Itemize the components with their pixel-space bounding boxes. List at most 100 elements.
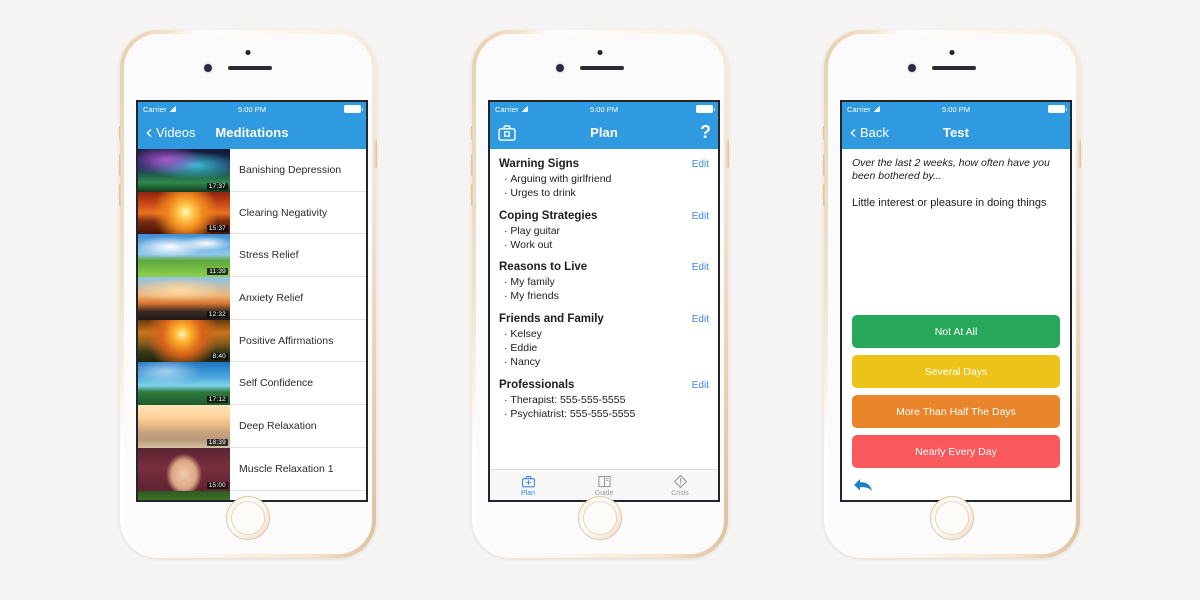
volume-down-button[interactable] xyxy=(471,184,474,206)
video-duration-badge: 18:39 xyxy=(206,438,228,446)
home-button[interactable] xyxy=(930,496,974,540)
plan-section-title: Coping Strategies xyxy=(499,209,598,222)
volume-up-button[interactable] xyxy=(119,154,122,176)
meditation-video-list[interactable]: 17:37 Banishing Depression 15:37 Clearing N… xyxy=(138,149,366,500)
video-title-cell: Muscle Relaxation 1 xyxy=(230,448,366,491)
video-title-label: Stress Relief xyxy=(239,249,299,262)
answer-button[interactable]: Nearly Every Day xyxy=(852,435,1060,468)
video-title-label: Deep Relaxation xyxy=(239,419,317,432)
question-text: Little interest or pleasure in doing thi… xyxy=(852,196,1047,209)
plan-sections-list[interactable]: Warning Signs Edit Arguing with girlfriend… xyxy=(490,149,718,469)
power-button[interactable] xyxy=(726,140,729,168)
answer-choices-list[interactable]: Not At All Several Days More Than Half The… xyxy=(852,315,1060,470)
page-title-2: Plan xyxy=(590,125,618,140)
video-title-cell: Positive Affirmations xyxy=(230,320,366,363)
silent-switch[interactable] xyxy=(471,126,474,140)
nav-bar-1: Videos Meditations xyxy=(138,116,366,149)
home-button[interactable] xyxy=(578,496,622,540)
video-list-item[interactable]: 12:32 Anxiety Relief xyxy=(138,277,366,320)
plan-item: Nancy xyxy=(499,356,709,370)
home-button[interactable] xyxy=(226,496,270,540)
video-list-item[interactable]: 18:39 Deep Relaxation xyxy=(138,405,366,448)
video-list-item[interactable]: 17:12 Self Confidence xyxy=(138,362,366,406)
answer-label: More Than Half The Days xyxy=(896,405,1016,418)
screenshot-stage: Carrier ◢ 5:00 PM Videos Meditations 17:… xyxy=(0,0,1200,600)
tab-plan[interactable]: Plan xyxy=(490,470,566,500)
plan-section-title: Professionals xyxy=(499,378,575,391)
video-title-label: Positive Affirmations xyxy=(239,334,334,347)
phone-device-2: Carrier ◢ 5:00 PM Plan ? Warning Signs Ed… xyxy=(471,30,729,558)
tab-crisis[interactable]: Crisis xyxy=(642,470,718,500)
video-list-item[interactable]: 15:00 Muscle Relaxation 1 xyxy=(138,447,366,491)
video-title-label: Anxiety Relief xyxy=(239,291,304,304)
book-icon xyxy=(597,474,612,489)
video-thumbnail: 18:39 xyxy=(138,405,230,448)
battery-full-icon xyxy=(696,105,715,113)
front-camera-icon xyxy=(949,50,955,55)
plan-item: Urges to drink xyxy=(499,187,709,201)
edit-link[interactable]: Edit xyxy=(692,380,709,391)
nav-bar-2: Plan ? xyxy=(490,116,718,149)
volume-down-button[interactable] xyxy=(823,184,826,206)
answer-label: Not At All xyxy=(934,325,978,338)
edit-link[interactable]: Edit xyxy=(692,159,709,170)
chevron-left-icon xyxy=(850,128,856,137)
plan-item: My friends xyxy=(499,290,709,304)
help-button[interactable]: ? xyxy=(700,122,711,143)
phone-body-1: Carrier ◢ 5:00 PM Videos Meditations 17:… xyxy=(124,34,372,554)
status-bar-2: Carrier ◢ 5:00 PM xyxy=(490,102,718,116)
video-list-item[interactable]: 15:37 Clearing Negativity xyxy=(138,191,366,235)
answer-button[interactable]: More Than Half The Days xyxy=(852,395,1060,428)
proximity-sensor-icon xyxy=(908,64,916,72)
earpiece-speaker-icon xyxy=(228,66,272,70)
plan-section: Friends and Family Edit KelseyEddieNancy xyxy=(499,313,709,370)
back-arrow-icon[interactable] xyxy=(852,476,874,494)
silent-switch[interactable] xyxy=(823,126,826,140)
plan-item: My family xyxy=(499,276,709,290)
back-button-videos[interactable]: Videos xyxy=(145,125,196,140)
phone-body-3: Carrier ◢ 5:00 PM Back Test Over the las… xyxy=(828,34,1076,554)
edit-link[interactable]: Edit xyxy=(692,211,709,222)
answer-button[interactable]: Several Days xyxy=(852,355,1060,388)
video-title-cell: Banishing Depression xyxy=(230,149,366,192)
clock-label: 5:00 PM xyxy=(238,104,266,114)
answer-button[interactable]: Not At All xyxy=(852,315,1060,348)
power-button[interactable] xyxy=(374,140,377,168)
video-thumbnail: 15:00 xyxy=(138,447,230,491)
video-duration-badge: 15:37 xyxy=(206,225,228,233)
volume-up-button[interactable] xyxy=(471,154,474,176)
video-title-label: Banishing Depression xyxy=(239,163,342,176)
power-button[interactable] xyxy=(1078,140,1081,168)
video-thumbnail: 17:12 xyxy=(138,362,230,406)
toolbox-icon[interactable] xyxy=(497,123,517,143)
phone-body-2: Carrier ◢ 5:00 PM Plan ? Warning Signs Ed… xyxy=(476,34,724,554)
phone-device-3: Carrier ◢ 5:00 PM Back Test Over the las… xyxy=(823,30,1081,558)
video-duration-badge: 15:00 xyxy=(206,481,228,489)
volume-down-button[interactable] xyxy=(119,184,122,206)
edit-link[interactable]: Edit xyxy=(692,262,709,273)
video-thumbnail: 17:37 xyxy=(138,149,230,192)
edit-link[interactable]: Edit xyxy=(692,314,709,325)
tab-label: Crisis xyxy=(671,489,689,497)
question-prompt: Over the last 2 weeks, how often have yo… xyxy=(852,157,1050,183)
screen-2: Carrier ◢ 5:00 PM Plan ? Warning Signs Ed… xyxy=(488,100,720,502)
back-button[interactable]: Back xyxy=(849,125,889,140)
plan-item: Kelsey xyxy=(499,328,709,342)
volume-up-button[interactable] xyxy=(823,154,826,176)
video-thumbnail xyxy=(138,490,230,500)
video-list-item[interactable]: 8:40 Positive Affirmations xyxy=(138,319,366,363)
screen-1: Carrier ◢ 5:00 PM Videos Meditations 17:… xyxy=(136,100,368,502)
clock-label: 5:00 PM xyxy=(942,104,970,114)
video-list-item[interactable]: 17:37 Banishing Depression xyxy=(138,149,366,192)
plan-item: Arguing with girlfriend xyxy=(499,173,709,187)
clock-label: 5:00 PM xyxy=(590,104,618,114)
video-title-cell: Stress Relief xyxy=(230,234,366,278)
video-duration-badge: 8:40 xyxy=(210,353,228,361)
proximity-sensor-icon xyxy=(556,64,564,72)
tab-bar[interactable]: Plan Guide Crisis xyxy=(490,469,718,500)
video-list-item[interactable]: 11:39 Stress Relief xyxy=(138,234,366,278)
battery-full-icon xyxy=(344,105,363,113)
video-thumbnail: 15:37 xyxy=(138,191,230,235)
silent-switch[interactable] xyxy=(119,126,122,140)
video-title-label: Muscle Relaxation 1 xyxy=(239,462,334,475)
